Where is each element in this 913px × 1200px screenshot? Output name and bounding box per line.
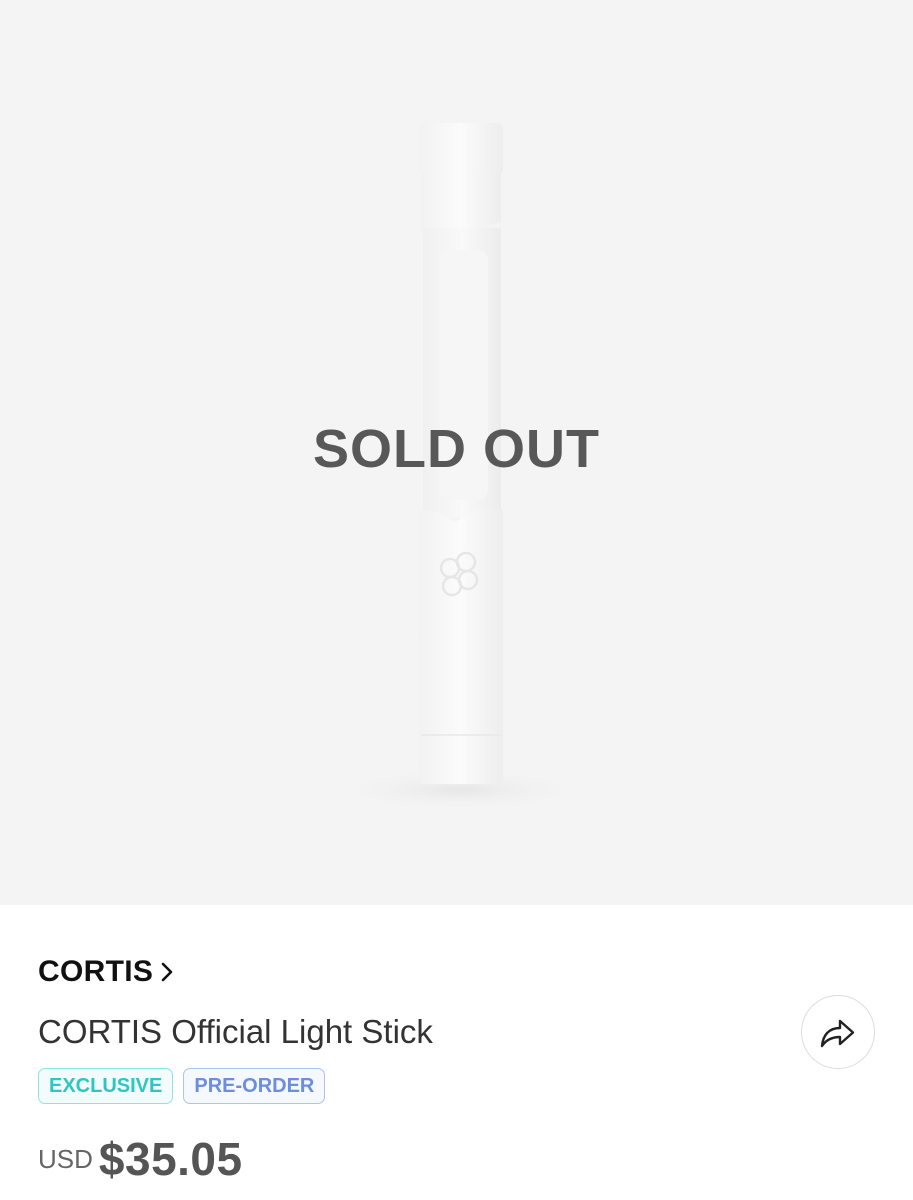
share-arrow-icon: [820, 1019, 855, 1048]
product-page: SOLD OUT CORTIS CORTIS Official Light St…: [0, 0, 913, 1200]
product-title: CORTIS Official Light Stick: [38, 1013, 433, 1050]
price-row: USD $35.05: [38, 1132, 243, 1186]
sold-out-overlay: SOLD OUT: [313, 419, 600, 479]
price-currency: USD: [38, 1144, 93, 1174]
share-button[interactable]: [801, 995, 875, 1069]
exclusive-badge: EXCLUSIVE: [38, 1068, 174, 1104]
product-tags: EXCLUSIVE PRE-ORDER: [38, 1068, 326, 1104]
product-image[interactable]: SOLD OUT: [0, 0, 913, 905]
brand-name: CORTIS: [38, 955, 154, 988]
pre-order-badge: PRE-ORDER: [183, 1068, 326, 1104]
price-amount: $35.05: [98, 1133, 243, 1185]
brand-link[interactable]: CORTIS: [38, 955, 175, 989]
chevron-right-icon: [161, 962, 173, 982]
